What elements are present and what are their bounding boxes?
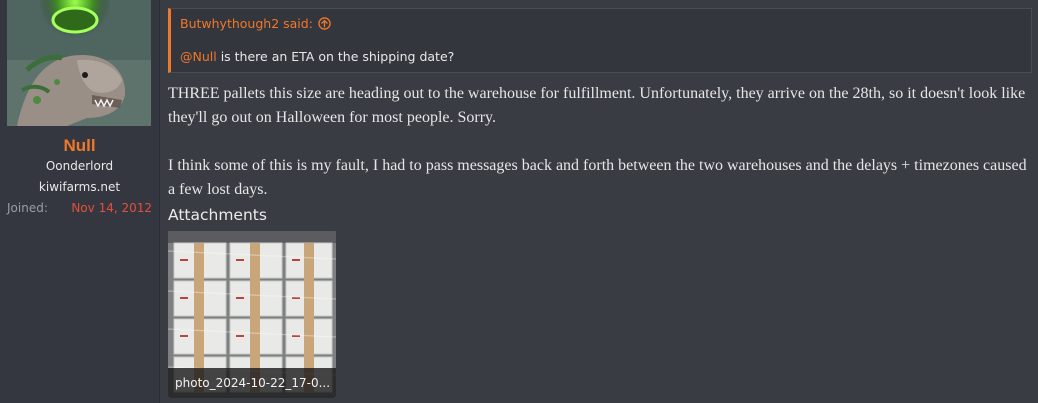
quote-header[interactable]: Butwhythough2 said: bbox=[180, 16, 331, 31]
message-body: THREE pallets this size are heading out … bbox=[168, 82, 1030, 226]
user-banner: kiwifarms.net bbox=[38, 180, 121, 194]
quote-text: is there an ETA on the shipping date? bbox=[216, 49, 455, 64]
quote-author[interactable]: Butwhythough2 said: bbox=[180, 16, 313, 31]
attachment-filename[interactable]: photo_2024-10-22_17-0... bbox=[168, 368, 336, 398]
message-paragraph: THREE pallets this size are heading out … bbox=[168, 85, 1026, 126]
quote-block: Butwhythough2 said: @Null is there an ET… bbox=[168, 8, 1032, 73]
user-sidebar: Null Oonderlord kiwifarms.net Joined: No… bbox=[0, 0, 160, 403]
attachments-heading: Attachments bbox=[168, 206, 267, 224]
username[interactable]: Null bbox=[0, 136, 159, 156]
avatar-creature-image bbox=[7, 0, 151, 126]
message-paragraph: I think some of this is my fault, I had … bbox=[168, 157, 1027, 198]
avatar[interactable] bbox=[7, 0, 151, 126]
user-title: Oonderlord bbox=[45, 159, 114, 173]
arrow-up-circle-icon[interactable] bbox=[318, 17, 331, 30]
mention-link[interactable]: @Null bbox=[180, 49, 217, 64]
attachment-thumbnail[interactable]: photo_2024-10-22_17-0... bbox=[168, 231, 336, 398]
quote-body: @Null is there an ETA on the shipping da… bbox=[180, 49, 454, 64]
joined-label: Joined: bbox=[7, 201, 48, 215]
joined-row: Joined: Nov 14, 2012 bbox=[7, 201, 152, 215]
joined-date: Nov 14, 2012 bbox=[71, 201, 152, 215]
